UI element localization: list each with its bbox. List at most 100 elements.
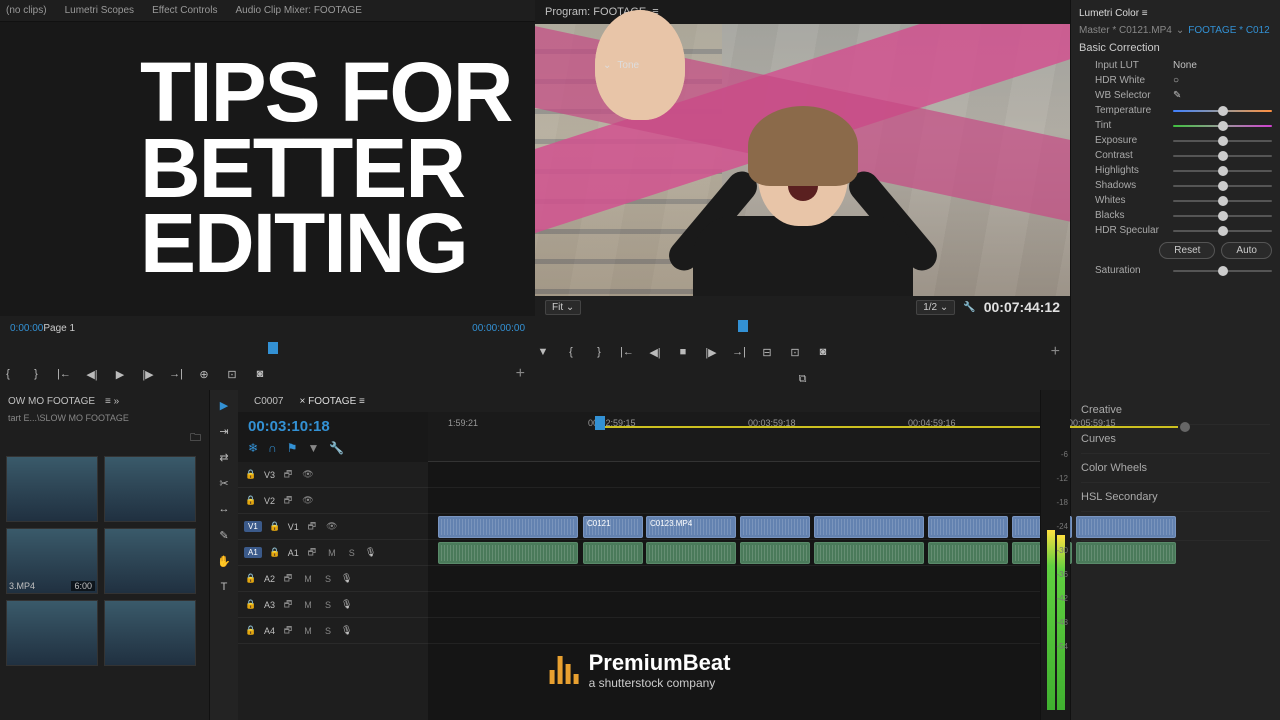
lumetri-master[interactable]: Master * C0121.MP4 — [1079, 25, 1172, 36]
hdr-white-toggle[interactable]: ○ — [1173, 75, 1179, 86]
extract-icon[interactable]: ⊡ — [787, 344, 803, 360]
audio-clip[interactable] — [1076, 542, 1176, 564]
video-clip[interactable] — [928, 516, 1008, 538]
clip-thumbnail[interactable] — [104, 456, 196, 522]
step-back-icon[interactable]: ◀| — [647, 344, 663, 360]
source-playhead[interactable] — [268, 342, 278, 354]
marker-icon[interactable]: ▼ — [307, 441, 319, 455]
add-button-icon[interactable]: + — [516, 365, 525, 383]
mark-in-icon[interactable]: { — [563, 344, 579, 360]
comparison-view-icon[interactable]: ⧉ — [795, 371, 811, 387]
new-bin-icon[interactable]: 🗀 — [190, 429, 201, 448]
mark-out-icon[interactable]: } — [28, 366, 44, 382]
type-tool-icon[interactable]: T — [215, 578, 233, 596]
hdr-specular-slider[interactable] — [1173, 230, 1272, 232]
input-lut-value[interactable]: None — [1173, 60, 1197, 71]
tab-lumetri-scopes[interactable]: Lumetri Scopes — [65, 5, 134, 16]
selection-tool-icon[interactable]: ▶ — [215, 396, 233, 414]
reset-button[interactable]: Reset — [1159, 242, 1215, 259]
clip-thumbnail[interactable] — [104, 600, 196, 666]
panel-chevron-icon[interactable]: ≡ » — [105, 396, 119, 407]
lift-icon[interactable]: ⊟ — [759, 344, 775, 360]
sequence-tab[interactable]: C0007 — [254, 396, 283, 407]
page-label[interactable]: Page 1 — [43, 323, 75, 334]
whites-slider[interactable] — [1173, 200, 1272, 202]
mark-out-icon[interactable]: } — [591, 344, 607, 360]
step-back-icon[interactable]: ◀| — [84, 366, 100, 382]
audio-clip[interactable] — [646, 542, 736, 564]
track-v3[interactable]: 🔒V3🗗👁 — [238, 462, 428, 488]
track-v1[interactable]: V1🔒V1🗗👁 — [238, 514, 428, 540]
go-out-icon[interactable]: →| — [731, 344, 747, 360]
fit-dropdown[interactable]: Fit ⌄ — [545, 300, 581, 315]
track-select-tool-icon[interactable]: ⇥ — [215, 422, 233, 440]
insert-icon[interactable]: ⊕ — [196, 366, 212, 382]
slip-tool-icon[interactable]: ↔ — [215, 500, 233, 518]
work-area-end[interactable] — [1180, 422, 1190, 432]
contrast-slider[interactable] — [1173, 155, 1272, 157]
hsl-secondary-section[interactable]: HSL Secondary — [1081, 483, 1270, 512]
add-marker-icon[interactable]: ▼ — [535, 344, 551, 360]
program-playhead[interactable] — [738, 320, 748, 332]
track-a3[interactable]: 🔒A3🗗MS🎙 — [238, 592, 428, 618]
audio-clip[interactable] — [814, 542, 924, 564]
video-clip[interactable] — [438, 516, 578, 538]
tab-audio-mixer[interactable]: Audio Clip Mixer: FOOTAGE — [235, 5, 362, 16]
highlights-slider[interactable] — [1173, 170, 1272, 172]
audio-clip[interactable] — [583, 542, 643, 564]
add-button-icon[interactable]: + — [1051, 343, 1060, 361]
video-clip[interactable] — [1076, 516, 1176, 538]
timeline-ruler[interactable]: 1:59:21 00:02:59:15 00:03:59:18 00:04:59… — [428, 412, 1040, 462]
temperature-slider[interactable] — [1173, 110, 1272, 112]
resolution-dropdown[interactable]: 1/2 ⌄ — [916, 300, 955, 315]
hand-tool-icon[interactable]: ✋ — [215, 552, 233, 570]
magnet-icon[interactable]: ∩ — [268, 441, 277, 455]
tab-effect-controls[interactable]: Effect Controls — [152, 5, 217, 16]
video-clip[interactable]: C0121 — [583, 516, 643, 538]
ripple-tool-icon[interactable]: ⇄ — [215, 448, 233, 466]
step-fwd-icon[interactable]: |▶ — [703, 344, 719, 360]
step-fwd-icon[interactable]: |▶ — [140, 366, 156, 382]
pen-tool-icon[interactable]: ✎ — [215, 526, 233, 544]
source-scrubber[interactable] — [0, 340, 535, 358]
clip-thumbnail[interactable] — [104, 528, 196, 594]
blacks-slider[interactable] — [1173, 215, 1272, 217]
link-icon[interactable]: ⚑ — [287, 441, 298, 455]
sequence-tab-active[interactable]: × FOOTAGE ≡ — [299, 396, 364, 407]
timeline-tc[interactable]: 00:03:10:18 — [248, 418, 418, 435]
exposure-slider[interactable] — [1173, 140, 1272, 142]
tint-slider[interactable] — [1173, 125, 1272, 127]
export-frame-icon[interactable]: ◙ — [252, 366, 268, 382]
program-scrubber[interactable] — [535, 318, 1070, 336]
saturation-slider[interactable] — [1173, 270, 1272, 272]
audio-clip[interactable] — [740, 542, 810, 564]
clip-thumbnail[interactable] — [6, 600, 98, 666]
track-lanes[interactable]: C0121 C0123.MP4 — [428, 462, 1040, 720]
audio-clip[interactable] — [928, 542, 1008, 564]
shadows-slider[interactable] — [1173, 185, 1272, 187]
settings-icon[interactable]: 🔧 — [329, 441, 344, 455]
clip-thumbnail[interactable] — [6, 456, 98, 522]
play-icon[interactable]: ▶ — [112, 366, 128, 382]
track-a2[interactable]: 🔒A2🗗MS🎙 — [238, 566, 428, 592]
source-ruler[interactable]: 0:00:00 Page 1 00:00:00:00 — [0, 316, 535, 340]
wrench-icon[interactable]: 🔧 — [963, 302, 975, 313]
go-out-icon[interactable]: →| — [168, 366, 184, 382]
clip-thumbnail[interactable]: 3.MP4 6:00 — [6, 528, 98, 594]
export-frame-icon[interactable]: ◙ — [815, 344, 831, 360]
tab-noclips[interactable]: (no clips) — [6, 5, 47, 16]
go-in-icon[interactable]: |← — [56, 366, 72, 382]
video-clip[interactable]: C0123.MP4 — [646, 516, 736, 538]
snap-icon[interactable]: ❄ — [248, 441, 258, 455]
curves-section[interactable]: Curves — [1081, 425, 1270, 454]
video-clip[interactable] — [814, 516, 924, 538]
razor-tool-icon[interactable]: ✂ — [215, 474, 233, 492]
color-wheels-section[interactable]: Color Wheels — [1081, 454, 1270, 483]
basic-correction-section[interactable]: Basic Correction — [1079, 38, 1272, 58]
project-tab[interactable]: OW MO FOOTAGE — [8, 396, 95, 407]
eyedropper-icon[interactable]: ✎ — [1173, 90, 1181, 101]
mark-in-icon[interactable]: { — [0, 366, 16, 382]
overwrite-icon[interactable]: ⊡ — [224, 366, 240, 382]
audio-clip[interactable] — [438, 542, 578, 564]
track-a4[interactable]: 🔒A4🗗MS🎙 — [238, 618, 428, 644]
